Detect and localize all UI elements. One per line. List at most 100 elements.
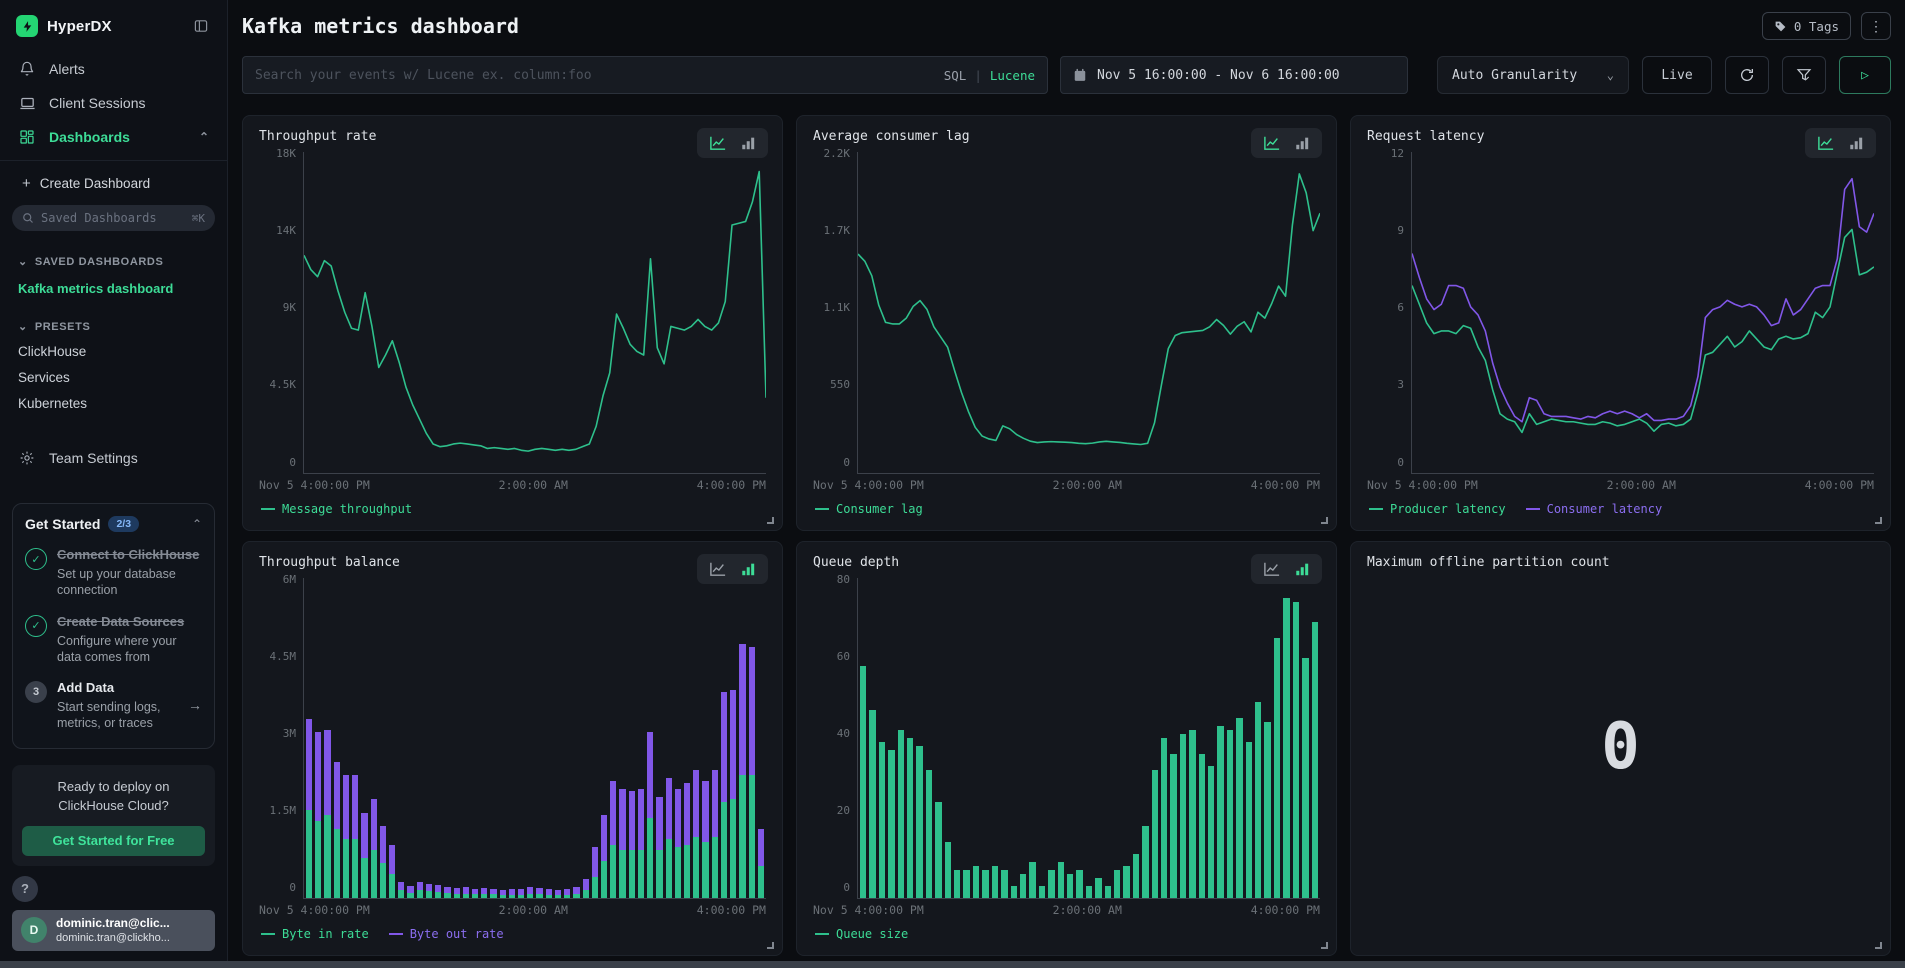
resize-handle[interactable] [767, 942, 774, 949]
x-tick-label: Nov 5 4:00:00 PM [259, 903, 370, 917]
sidebar-item-alerts[interactable]: Alerts [12, 52, 215, 86]
line-chart-toggle[interactable] [1263, 135, 1281, 151]
bar [656, 578, 662, 899]
bar-segment [1312, 622, 1318, 898]
bar-chart-toggle[interactable] [741, 561, 756, 577]
y-tick-label: 2.2K [824, 147, 851, 160]
bar-segment [463, 894, 469, 898]
bar [334, 578, 340, 899]
bar [592, 578, 598, 899]
plot-area[interactable] [857, 152, 1320, 474]
bar-segment [702, 842, 708, 898]
section-label-text: PRESETS [35, 321, 91, 333]
get-started-free-button[interactable]: Get Started for Free [22, 826, 205, 856]
plot-area[interactable] [1411, 152, 1874, 474]
bar-chart-toggle[interactable] [1295, 561, 1310, 577]
tags-button[interactable]: 0 Tags [1762, 12, 1851, 40]
section-presets[interactable]: ⌄ PRESETS [12, 320, 215, 333]
lucene-toggle[interactable]: Lucene [990, 68, 1035, 83]
bar [417, 578, 423, 899]
get-started-step-2[interactable]: ✓ Create Data Sources Configure where yo… [25, 613, 202, 666]
bar [1170, 578, 1176, 899]
bar-segment [601, 815, 607, 860]
filter-button[interactable] [1782, 56, 1826, 94]
sidebar-item-clickhouse[interactable]: ClickHouse [12, 344, 215, 359]
plus-icon: + [22, 175, 31, 192]
bar-segment [963, 870, 969, 898]
sidebar-item-services[interactable]: Services [12, 370, 215, 385]
horizontal-scrollbar[interactable] [0, 961, 1905, 968]
bar [407, 578, 413, 899]
plot-area[interactable] [303, 578, 766, 900]
bar-segment [619, 850, 625, 898]
help-button[interactable]: ? [12, 876, 38, 902]
saved-dashboards-search-input[interactable] [41, 211, 185, 225]
granularity-select[interactable]: Auto Granularity ⌄ [1437, 56, 1629, 94]
bar-segment [583, 879, 589, 890]
bar-segment [1152, 770, 1158, 898]
sidebar-item-kafka-dashboard[interactable]: Kafka metrics dashboard [12, 281, 215, 296]
bar-chart-toggle[interactable] [1849, 135, 1864, 151]
bar-segment [629, 791, 635, 850]
bar-chart-toggle[interactable] [1295, 135, 1310, 151]
bar [1142, 578, 1148, 899]
bar-segment [343, 839, 349, 898]
bar-chart [858, 578, 1320, 899]
sql-toggle[interactable]: SQL [944, 68, 967, 83]
legend-label: Consumer lag [836, 502, 923, 516]
line-chart-toggle[interactable] [1817, 135, 1835, 151]
bar [1114, 578, 1120, 899]
more-options-button[interactable]: ⋮ [1861, 12, 1891, 40]
sidebar-collapse-icon[interactable] [191, 16, 211, 36]
run-query-button[interactable]: ▷ [1839, 56, 1891, 94]
get-started-step-1[interactable]: ✓ Connect to ClickHouse Set up your data… [25, 546, 202, 599]
plot-area[interactable] [303, 152, 766, 474]
saved-dashboards-search[interactable]: ⌘K [12, 205, 215, 231]
sidebar-item-client-sessions[interactable]: Client Sessions [12, 86, 215, 120]
search-input[interactable] [255, 68, 944, 83]
line-chart-toggle[interactable] [709, 561, 727, 577]
chart-type-toolbar [1251, 128, 1322, 158]
bar [1039, 578, 1045, 899]
line-chart-toggle[interactable] [709, 135, 727, 151]
resize-handle[interactable] [1321, 942, 1328, 949]
resize-handle[interactable] [1321, 517, 1328, 524]
resize-handle[interactable] [1875, 942, 1882, 949]
live-button[interactable]: Live [1642, 56, 1712, 94]
user-email: dominic.tran@clickho... [56, 931, 170, 945]
line-chart-toggle[interactable] [1263, 561, 1281, 577]
bar-segment [380, 863, 386, 898]
bar-chart-toggle[interactable] [741, 135, 756, 151]
resize-handle[interactable] [767, 517, 774, 524]
bar-segment [536, 894, 542, 898]
bar [490, 578, 496, 899]
bar [1189, 578, 1195, 899]
legend-swatch [815, 933, 829, 935]
bar-segment [675, 789, 681, 848]
bar [343, 578, 349, 899]
bar-segment [675, 847, 681, 898]
step-number-badge: 3 [25, 681, 47, 703]
get-started-step-3[interactable]: 3 Add Data Start sending logs, metrics, … [25, 679, 202, 732]
bar [389, 578, 395, 899]
chart-title: Maximum offline partition count [1367, 555, 1874, 570]
bar-segment [389, 845, 395, 874]
user-menu[interactable]: D dominic.tran@clic... dominic.tran@clic… [12, 910, 215, 952]
bar-segment [656, 797, 662, 850]
sidebar-item-team-settings[interactable]: Team Settings [12, 441, 215, 475]
refresh-button[interactable] [1725, 56, 1769, 94]
bar-segment [684, 845, 690, 898]
plot-area[interactable] [857, 578, 1320, 900]
bar [1274, 578, 1280, 899]
section-saved-dashboards[interactable]: ⌄ SAVED DASHBOARDS [12, 255, 215, 268]
sidebar-item-dashboards[interactable]: Dashboards ⌃ [12, 120, 215, 154]
chevron-up-icon[interactable]: ⌃ [192, 517, 202, 531]
sidebar-item-kubernetes[interactable]: Kubernetes [12, 396, 215, 411]
create-dashboard-button[interactable]: + Create Dashboard [12, 175, 215, 192]
chart-card-offline-partition-count: Maximum offline partition count 0 [1350, 541, 1891, 957]
bar-segment [1039, 886, 1045, 898]
resize-handle[interactable] [1875, 517, 1882, 524]
y-tick-label: 0 [1397, 456, 1404, 469]
bar-segment [417, 882, 423, 890]
date-range-picker[interactable]: Nov 5 16:00:00 - Nov 6 16:00:00 [1060, 56, 1408, 94]
